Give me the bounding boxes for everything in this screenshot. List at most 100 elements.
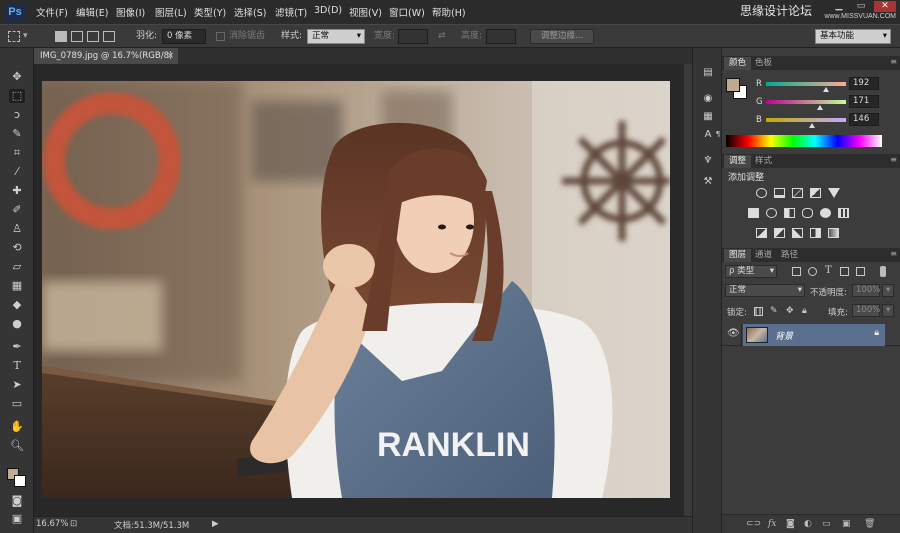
tab-swatches[interactable]: 色板 xyxy=(750,57,777,70)
tab-channels[interactable]: 通道 xyxy=(750,249,777,262)
background-color-swatch[interactable] xyxy=(14,475,26,487)
fill-dropdown[interactable]: ▾ xyxy=(882,304,894,317)
gradient-map-icon[interactable] xyxy=(828,228,839,238)
g-slider-thumb[interactable] xyxy=(816,105,823,110)
tab-paths[interactable]: 路径 xyxy=(776,249,803,262)
color-lookup-icon[interactable] xyxy=(838,208,849,218)
eraser-tool-icon[interactable]: ▱ xyxy=(9,260,25,274)
filter-adjust-icon[interactable] xyxy=(808,267,817,276)
lock-pixels-icon[interactable]: ✎ xyxy=(770,307,779,316)
menu-help[interactable]: 帮助(H) xyxy=(432,5,466,19)
new-adjustment-icon[interactable]: ◐ xyxy=(804,519,812,529)
marquee-preset-icon[interactable] xyxy=(8,31,20,42)
filter-pixel-icon[interactable] xyxy=(792,267,801,276)
menu-select[interactable]: 选择(S) xyxy=(234,5,266,19)
quick-select-tool-icon[interactable]: ✎ xyxy=(9,127,25,141)
blur-tool-icon[interactable]: ◆ xyxy=(9,298,25,312)
layer-filter-select[interactable]: ρ 类型 ▾ xyxy=(725,265,777,278)
g-value[interactable]: 171 xyxy=(849,95,879,108)
healing-brush-tool-icon[interactable]: ✚ xyxy=(9,184,25,198)
panel-menu-icon[interactable]: ≡ xyxy=(890,155,897,164)
opacity-input[interactable]: 100% xyxy=(852,284,880,297)
close-window-button[interactable]: ✕ xyxy=(874,1,896,12)
width-input[interactable] xyxy=(398,29,428,44)
lock-position-icon[interactable]: ✥ xyxy=(786,307,795,316)
brightness-icon[interactable] xyxy=(756,188,767,198)
rect-marquee-tool-icon[interactable]: ⬚ xyxy=(9,89,25,103)
b-value[interactable]: 146 xyxy=(849,113,879,126)
maximize-button[interactable]: ▭ xyxy=(850,1,872,12)
panel-menu-icon[interactable]: ≡ xyxy=(890,57,897,66)
canvas-area[interactable]: RANKLIN xyxy=(34,64,684,516)
layer-row[interactable]: 背景 🔒︎ xyxy=(743,324,885,346)
panel-menu-icon[interactable]: ≡ xyxy=(890,249,897,258)
type-tool-icon[interactable]: T xyxy=(9,359,25,373)
layer-style-icon[interactable]: fx xyxy=(768,519,776,529)
lock-all-icon[interactable]: 🔒︎ xyxy=(802,307,811,316)
feather-input[interactable]: 0 像素 xyxy=(162,29,206,44)
tab-styles[interactable]: 样式 xyxy=(750,155,777,168)
link-layers-icon[interactable]: ⊂⊃ xyxy=(746,519,761,529)
menu-edit[interactable]: 编辑(E) xyxy=(76,5,108,19)
document-tab[interactable]: IMG_0789.jpg @ 16.7%(RGB/8) × xyxy=(34,48,178,64)
delete-layer-icon[interactable]: 🗑︎ xyxy=(864,519,875,529)
move-tool-icon[interactable]: ✥ xyxy=(9,70,25,84)
filter-type-icon[interactable]: T xyxy=(825,265,832,276)
opacity-dropdown[interactable]: ▾ xyxy=(882,284,894,297)
r-value[interactable]: 192 xyxy=(849,77,879,90)
threshold-icon[interactable] xyxy=(792,228,803,238)
info-panel-icon[interactable]: ▦ xyxy=(701,110,715,123)
layer-visibility-toggle[interactable]: 👁︎ xyxy=(722,324,742,346)
menu-window[interactable]: 窗口(W) xyxy=(389,5,425,19)
tab-layers[interactable]: 图层 xyxy=(724,249,752,262)
style-select[interactable]: 正常 ▾ xyxy=(307,29,365,44)
lock-transparent-icon[interactable] xyxy=(754,307,763,316)
tab-color[interactable]: 颜色 xyxy=(724,57,752,70)
refine-edge-button[interactable]: 调整边缘... xyxy=(530,29,594,44)
menu-file[interactable]: 文件(F) xyxy=(36,5,68,19)
clone-stamp-tool-icon[interactable]: ♙ xyxy=(9,222,25,236)
invert-icon[interactable] xyxy=(756,228,767,238)
channel-mixer-icon[interactable] xyxy=(820,208,831,218)
r-slider-track[interactable] xyxy=(766,82,846,86)
vertical-scrollbar[interactable] xyxy=(684,64,692,516)
add-mask-icon[interactable]: ◙ xyxy=(786,519,795,529)
color-balance-icon[interactable] xyxy=(766,208,777,218)
subtract-selection-icon[interactable] xyxy=(87,31,99,42)
hue-saturation-icon[interactable] xyxy=(748,208,759,218)
quick-mask-icon[interactable]: ◙ xyxy=(9,494,25,508)
minimize-button[interactable]: ▁ xyxy=(828,1,850,12)
vibrance-icon[interactable] xyxy=(828,188,840,198)
workspace-select[interactable]: 基本功能 ▾ xyxy=(815,29,891,44)
fill-input[interactable]: 100% xyxy=(852,304,880,317)
brush-tool-icon[interactable]: ✐ xyxy=(9,203,25,217)
r-slider-thumb[interactable] xyxy=(823,87,830,92)
height-input[interactable] xyxy=(486,29,516,44)
fg-swatch[interactable] xyxy=(726,78,740,92)
levels-icon[interactable] xyxy=(774,188,785,198)
photo-filter-icon[interactable] xyxy=(802,208,813,218)
tab-adjustments[interactable]: 调整 xyxy=(724,155,752,168)
path-select-tool-icon[interactable]: ➤ xyxy=(9,378,25,392)
zoom-level[interactable]: 16.67% xyxy=(36,519,68,529)
gradient-tool-icon[interactable]: ▦ xyxy=(9,279,25,293)
lasso-tool-icon[interactable]: ↄ xyxy=(9,108,25,122)
black-white-icon[interactable] xyxy=(784,208,795,218)
pen-tool-icon[interactable]: ✒ xyxy=(9,340,25,354)
g-slider-track[interactable] xyxy=(766,100,846,104)
properties-panel-icon[interactable]: ◉ xyxy=(701,92,715,105)
tool-presets-icon[interactable]: ⚒ xyxy=(701,175,715,188)
menu-type[interactable]: 类型(Y) xyxy=(194,5,226,19)
layer-name[interactable]: 背景 xyxy=(775,329,793,342)
new-layer-icon[interactable]: ▣ xyxy=(842,519,851,529)
rectangle-tool-icon[interactable]: ▭ xyxy=(9,397,25,411)
antialias-checkbox[interactable] xyxy=(216,32,225,41)
curves-icon[interactable] xyxy=(792,188,803,198)
screen-mode-icon[interactable]: ▣ xyxy=(9,512,25,526)
new-selection-icon[interactable] xyxy=(55,31,67,42)
filter-smart-icon[interactable] xyxy=(856,267,865,276)
status-menu-arrow[interactable]: ▶ xyxy=(212,519,219,529)
filter-toggle-icon[interactable] xyxy=(880,266,886,277)
menu-layer[interactable]: 图层(L) xyxy=(155,5,187,19)
history-panel-icon[interactable]: ▤ xyxy=(701,66,715,79)
